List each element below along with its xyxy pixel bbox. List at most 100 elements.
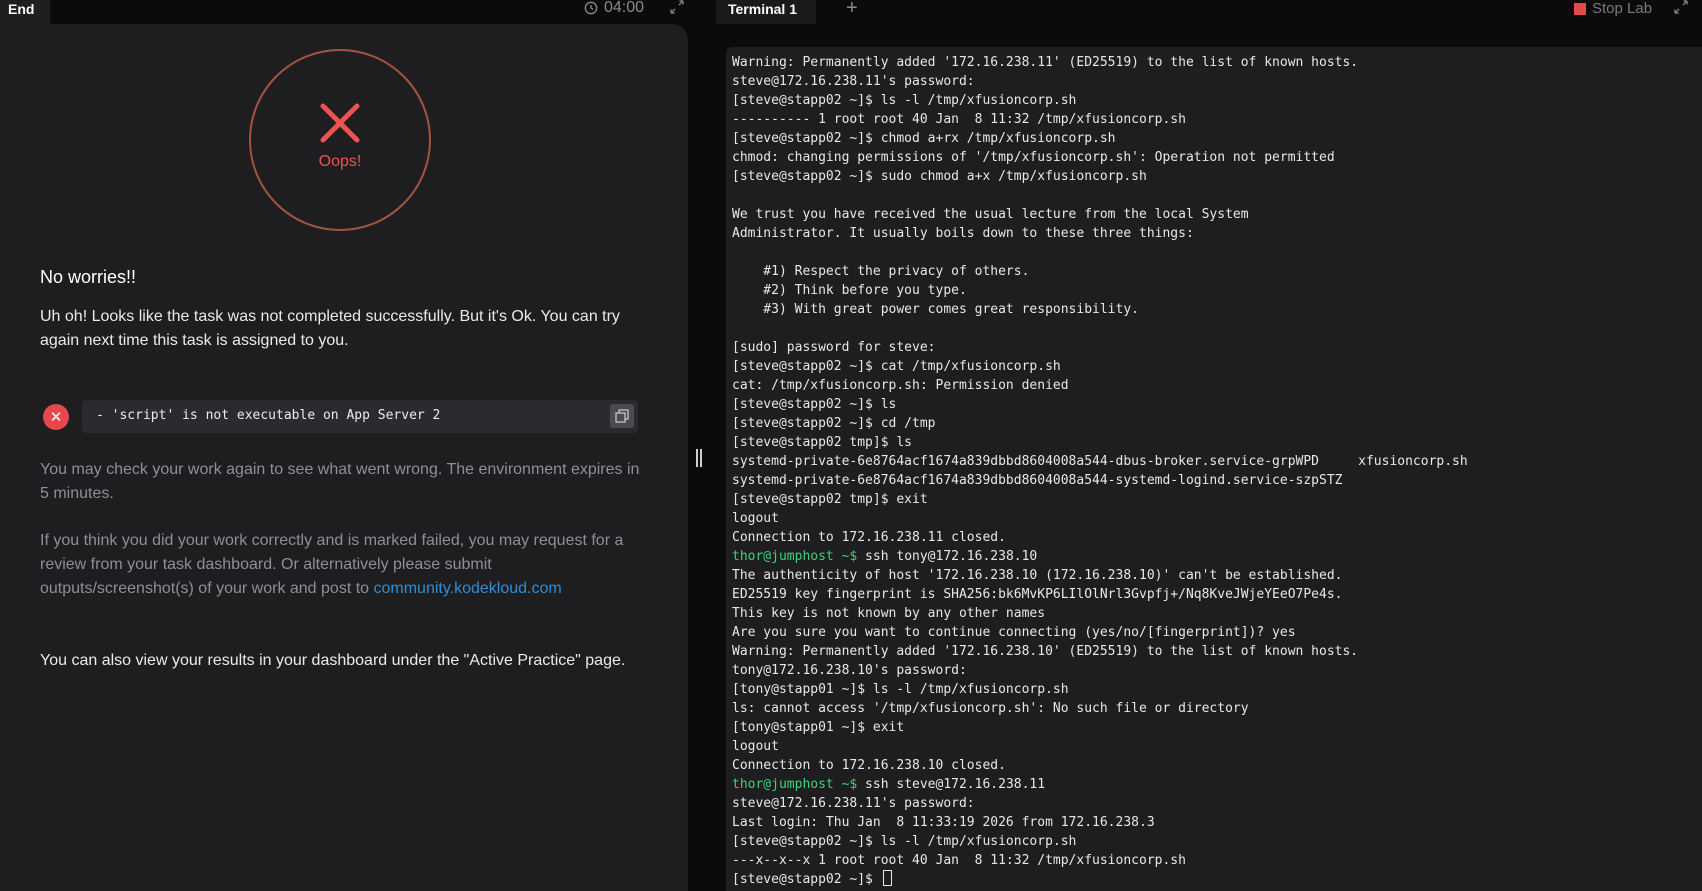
terminal-text: cat: /tmp/xfusioncorp.sh: Permission den…	[732, 378, 1069, 393]
terminal-line: [steve@stapp02 ~]$	[732, 870, 1702, 889]
stop-icon	[1574, 2, 1586, 15]
expand-icon[interactable]	[1674, 0, 1688, 14]
terminal-text: systemd-private-6e8764acf1674a839dbbd860…	[732, 473, 1343, 488]
terminal-line: systemd-private-6e8764acf1674a839dbbd860…	[732, 471, 1702, 490]
terminal-line: ls: cannot access '/tmp/xfusioncorp.sh':…	[732, 699, 1702, 718]
close-icon	[320, 103, 360, 143]
terminal-text: [tony@stapp01 ~]$ exit	[732, 720, 905, 735]
end-tab[interactable]: End	[0, 0, 50, 24]
terminal-line: Connection to 172.16.238.11 closed.	[732, 528, 1702, 547]
terminal-text: #3) With great power comes great respons…	[732, 302, 1139, 317]
terminal-text: ssh steve@172.16.238.11	[857, 777, 1046, 792]
terminal-line: [steve@stapp02 ~]$ sudo chmod a+x /tmp/x…	[732, 167, 1702, 186]
terminal-line: Administrator. It usually boils down to …	[732, 224, 1702, 243]
terminal-text: steve@172.16.238.11's password:	[732, 796, 975, 811]
terminal-text: [steve@stapp02 ~]$	[732, 872, 881, 887]
terminal-text: Warning: Permanently added '172.16.238.1…	[732, 644, 1359, 659]
check-work-text: You may check your work again to see wha…	[40, 461, 640, 502]
terminal-line: Are you sure you want to continue connec…	[732, 623, 1702, 642]
review-text: If you think you did your work correctly…	[40, 532, 624, 597]
add-tab-button[interactable]: +	[846, 0, 858, 20]
terminal-line: cat: /tmp/xfusioncorp.sh: Permission den…	[732, 376, 1702, 395]
terminal-text: [sudo] password for steve:	[732, 340, 936, 355]
terminal-text: Administrator. It usually boils down to …	[732, 226, 1194, 241]
terminal-text: [tony@stapp01 ~]$ ls -l /tmp/xfusioncorp…	[732, 682, 1069, 697]
right-topbar: Terminal 1 + Stop Lab	[716, 0, 1702, 24]
terminal-text: ---x--x--x 1 root root 40 Jan 8 11:32 /t…	[732, 853, 1186, 868]
terminal-cursor	[882, 870, 892, 886]
terminal-line: [steve@stapp02 ~]$ ls -l /tmp/xfusioncor…	[732, 91, 1702, 110]
copy-button[interactable]	[610, 404, 634, 428]
copy-icon	[615, 409, 629, 423]
app-window: End 04:00 Oops! No worries!! Uh oh! Look…	[0, 0, 1702, 891]
terminal-line: [steve@stapp02 ~]$ chmod a+rx /tmp/xfusi…	[732, 129, 1702, 148]
result-heading: No worries!!	[40, 267, 137, 287]
terminal-line: ED25519 key fingerprint is SHA256:bk6MvK…	[732, 585, 1702, 604]
terminal-text: [steve@stapp02 ~]$ ls -l /tmp/xfusioncor…	[732, 834, 1077, 849]
terminal-text: The authenticity of host '172.16.238.10 …	[732, 568, 1343, 583]
terminal-text: This key is not known by any other names	[732, 606, 1046, 621]
expand-icon[interactable]	[670, 0, 684, 14]
timer: 04:00	[584, 0, 644, 16]
stop-lab-button[interactable]: Stop Lab	[1574, 0, 1652, 17]
terminal-line: Warning: Permanently added '172.16.238.1…	[732, 642, 1702, 661]
terminal-text: Connection to 172.16.238.11 closed.	[732, 530, 1006, 545]
terminal-line: steve@172.16.238.11's password:	[732, 794, 1702, 813]
terminal-text: [steve@stapp02 ~]$ cat /tmp/xfusioncorp.…	[732, 359, 1061, 374]
terminal-line: #2) Think before you type.	[732, 281, 1702, 300]
terminal-text: We trust you have received the usual lec…	[732, 207, 1249, 222]
terminal-text: ssh tony@172.16.238.10	[857, 549, 1038, 564]
error-icon: ✕	[43, 404, 69, 430]
terminal-line: chmod: changing permissions of '/tmp/xfu…	[732, 148, 1702, 167]
terminal-text: #1) Respect the privacy of others.	[732, 264, 1030, 279]
left-topbar: End 04:00	[0, 0, 716, 24]
result-message: Uh oh! Looks like the task was not compl…	[40, 308, 620, 349]
terminal-text: steve@172.16.238.11's password:	[732, 74, 975, 89]
terminal-line: [steve@stapp02 ~]$ ls	[732, 395, 1702, 414]
terminal-line: systemd-private-6e8764acf1674a839dbbd860…	[732, 452, 1702, 471]
tab-terminal-1[interactable]: Terminal 1	[716, 0, 816, 24]
terminal-line: Connection to 172.16.238.10 closed.	[732, 756, 1702, 775]
terminal-line: [steve@stapp02 tmp]$ ls	[732, 433, 1702, 452]
terminal-text: [steve@stapp02 ~]$ chmod a+rx /tmp/xfusi…	[732, 131, 1116, 146]
community-link[interactable]: community.kodekloud.com	[374, 580, 562, 597]
terminal-line: tony@172.16.238.10's password:	[732, 661, 1702, 680]
terminal-line: [tony@stapp01 ~]$ ls -l /tmp/xfusioncorp…	[732, 680, 1702, 699]
terminal-text: [steve@stapp02 tmp]$ ls	[732, 435, 913, 450]
terminal-output[interactable]: Warning: Permanently added '172.16.238.1…	[726, 47, 1702, 891]
terminal-line: [steve@stapp02 tmp]$ exit	[732, 490, 1702, 509]
terminal-text: #2) Think before you type.	[732, 283, 967, 298]
terminal-text: ---------- 1 root root 40 Jan 8 11:32 /t…	[732, 112, 1186, 127]
oops-label: Oops!	[318, 153, 362, 170]
terminal-text: [steve@stapp02 ~]$ cd /tmp	[732, 416, 936, 431]
terminal-text: logout	[732, 739, 779, 754]
terminal-text: tony@172.16.238.10's password:	[732, 663, 967, 678]
terminal-text: Last login: Thu Jan 8 11:33:19 2026 from…	[732, 815, 1155, 830]
terminal-line: logout	[732, 509, 1702, 528]
terminal-text: systemd-private-6e8764acf1674a839dbbd860…	[732, 454, 1468, 469]
terminal-text: Are you sure you want to continue connec…	[732, 625, 1296, 640]
terminal-line: [sudo] password for steve:	[732, 338, 1702, 357]
terminal-line: thor@jumphost ~$ ssh steve@172.16.238.11	[732, 775, 1702, 794]
terminal-text: ls: cannot access '/tmp/xfusioncorp.sh':…	[732, 701, 1249, 716]
terminal-text: [steve@stapp02 ~]$ sudo chmod a+x /tmp/x…	[732, 169, 1147, 184]
terminal-line: Last login: Thu Jan 8 11:33:19 2026 from…	[732, 813, 1702, 832]
timer-value: 04:00	[604, 0, 645, 16]
panel-resize-handle[interactable]	[696, 449, 702, 467]
clock-icon	[584, 1, 598, 15]
terminal-line: [steve@stapp02 ~]$ cd /tmp	[732, 414, 1702, 433]
terminal-line: #3) With great power comes great respons…	[732, 300, 1702, 319]
dashboard-text: You can also view your results in your d…	[40, 652, 626, 669]
terminal-line: #1) Respect the privacy of others.	[732, 262, 1702, 281]
oops-badge: Oops!	[249, 49, 431, 231]
terminal-line: We trust you have received the usual lec…	[732, 205, 1702, 224]
terminal-prompt: thor@jumphost ~$	[732, 777, 858, 792]
terminal-line: Warning: Permanently added '172.16.238.1…	[732, 53, 1702, 72]
terminal-line: logout	[732, 737, 1702, 756]
terminal-text: logout	[732, 511, 779, 526]
terminal-line: ---------- 1 root root 40 Jan 8 11:32 /t…	[732, 110, 1702, 129]
terminal-text: Warning: Permanently added '172.16.238.1…	[732, 55, 1359, 70]
terminal-text: [steve@stapp02 tmp]$ exit	[732, 492, 928, 507]
terminal-prompt: thor@jumphost ~$	[732, 549, 858, 564]
